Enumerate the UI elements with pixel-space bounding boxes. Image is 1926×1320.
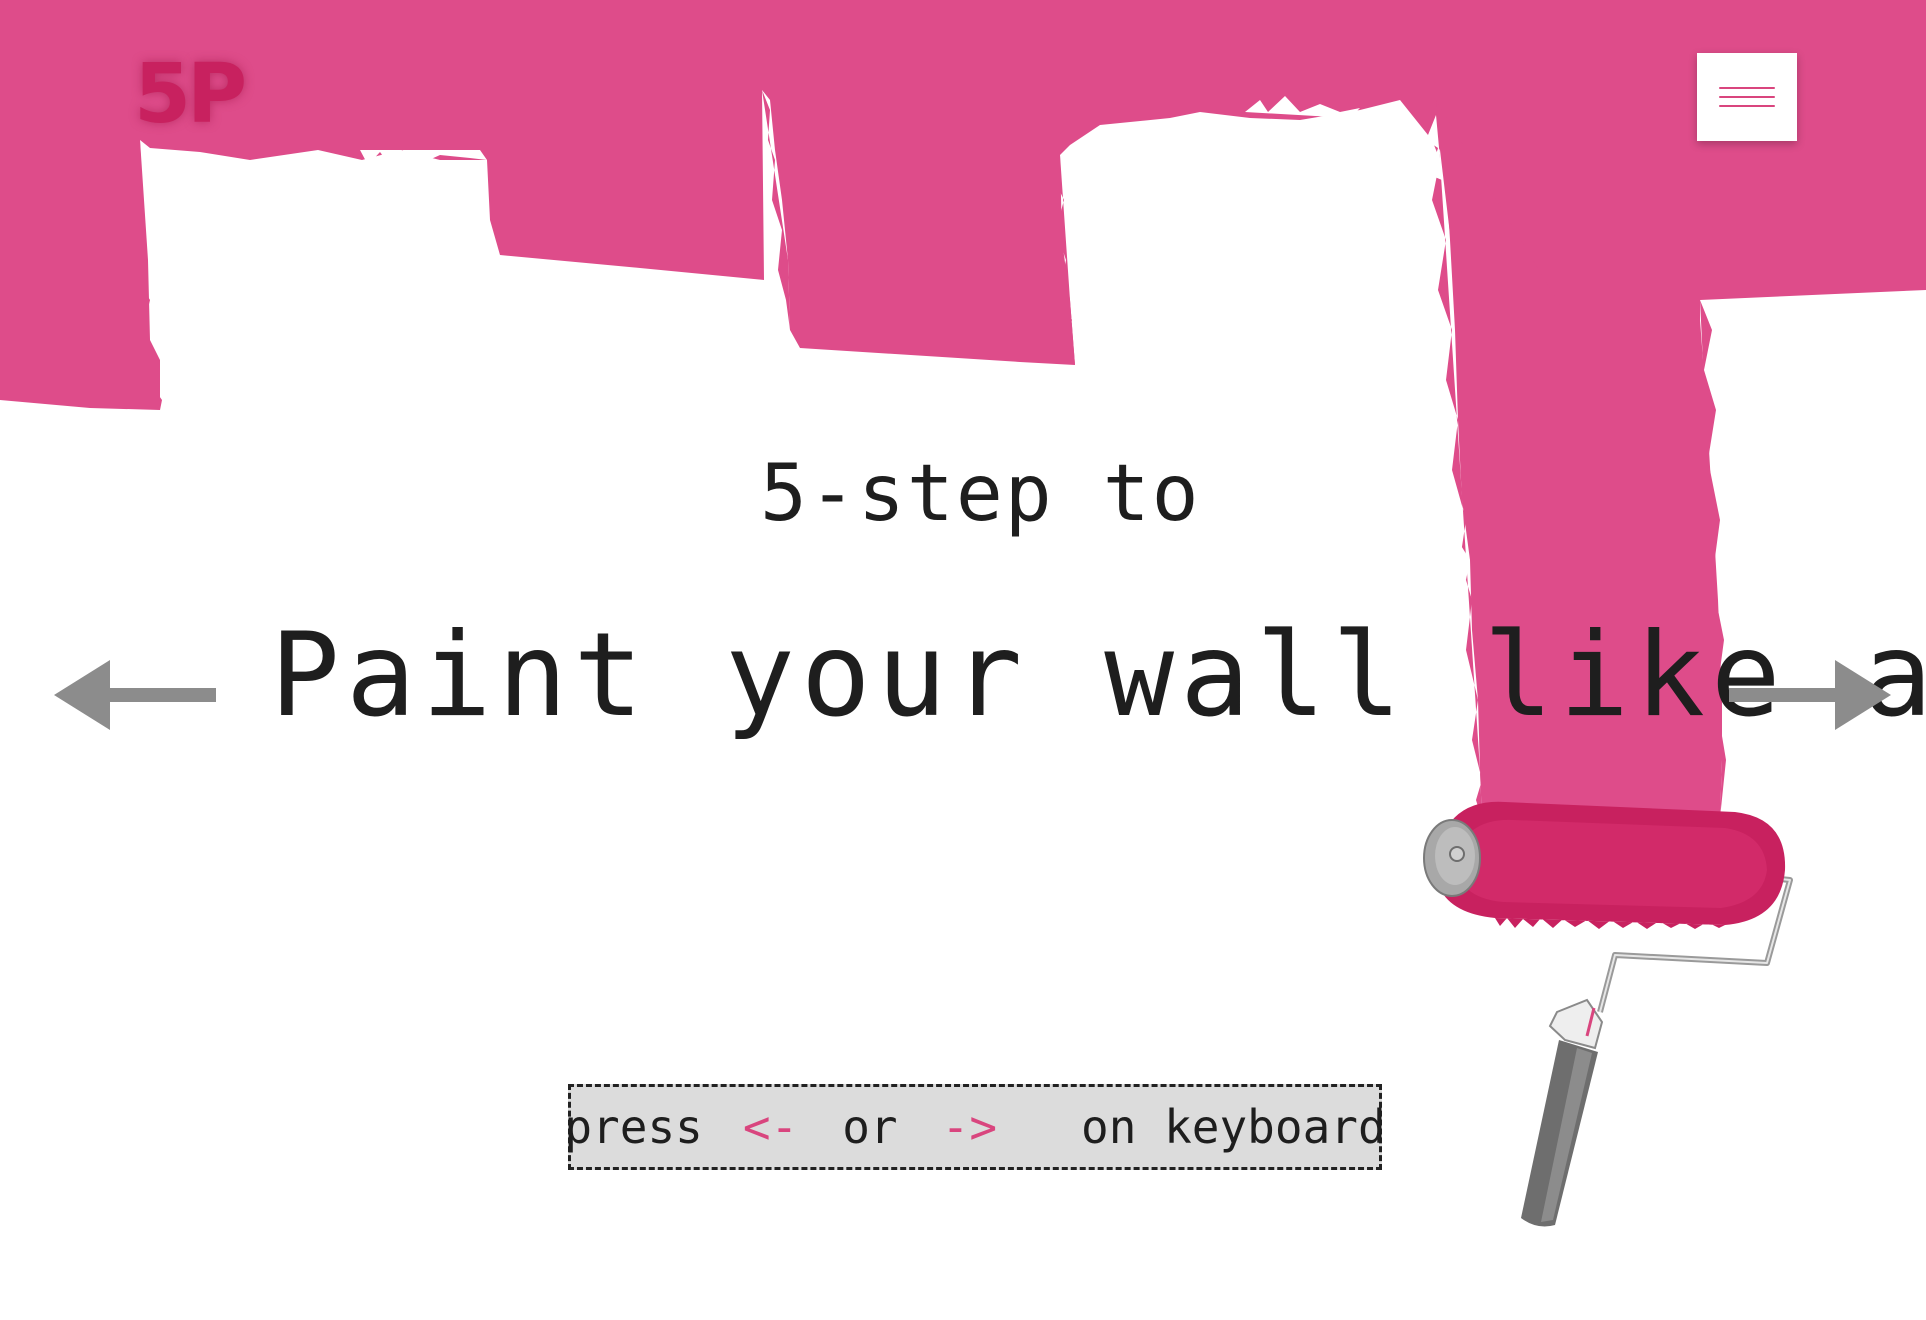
next-slide-button[interactable] bbox=[1725, 655, 1895, 735]
paint-roller-icon bbox=[1423, 801, 1793, 1227]
hero-title: Paint your wall like apro bbox=[270, 618, 1926, 734]
hero-title-text: Paint your wall like a bbox=[270, 608, 1926, 743]
hero-subtitle: 5-step to bbox=[760, 449, 1201, 539]
brand-logo[interactable]: 5P bbox=[134, 54, 247, 136]
hint-or-label: or bbox=[842, 1100, 898, 1154]
keyboard-hint: press <- or -> on keyboard bbox=[564, 1084, 1386, 1170]
hint-press-label: press bbox=[564, 1100, 703, 1154]
hint-right-key: -> bbox=[941, 1100, 998, 1154]
arrow-left-icon bbox=[54, 660, 216, 730]
hint-left-key: <- bbox=[742, 1100, 799, 1154]
hint-suffix-label: on keyboard bbox=[1081, 1100, 1386, 1154]
hamburger-menu-icon-line bbox=[1719, 96, 1775, 98]
hamburger-menu-icon-line bbox=[1719, 105, 1775, 107]
previous-slide-button[interactable] bbox=[50, 655, 220, 735]
hamburger-menu-icon bbox=[1719, 87, 1775, 89]
hamburger-menu-button[interactable] bbox=[1697, 53, 1797, 141]
slide-stage: 5P 5-step to Paint your wall like apro bbox=[0, 0, 1926, 1320]
arrow-right-icon bbox=[1729, 660, 1891, 730]
